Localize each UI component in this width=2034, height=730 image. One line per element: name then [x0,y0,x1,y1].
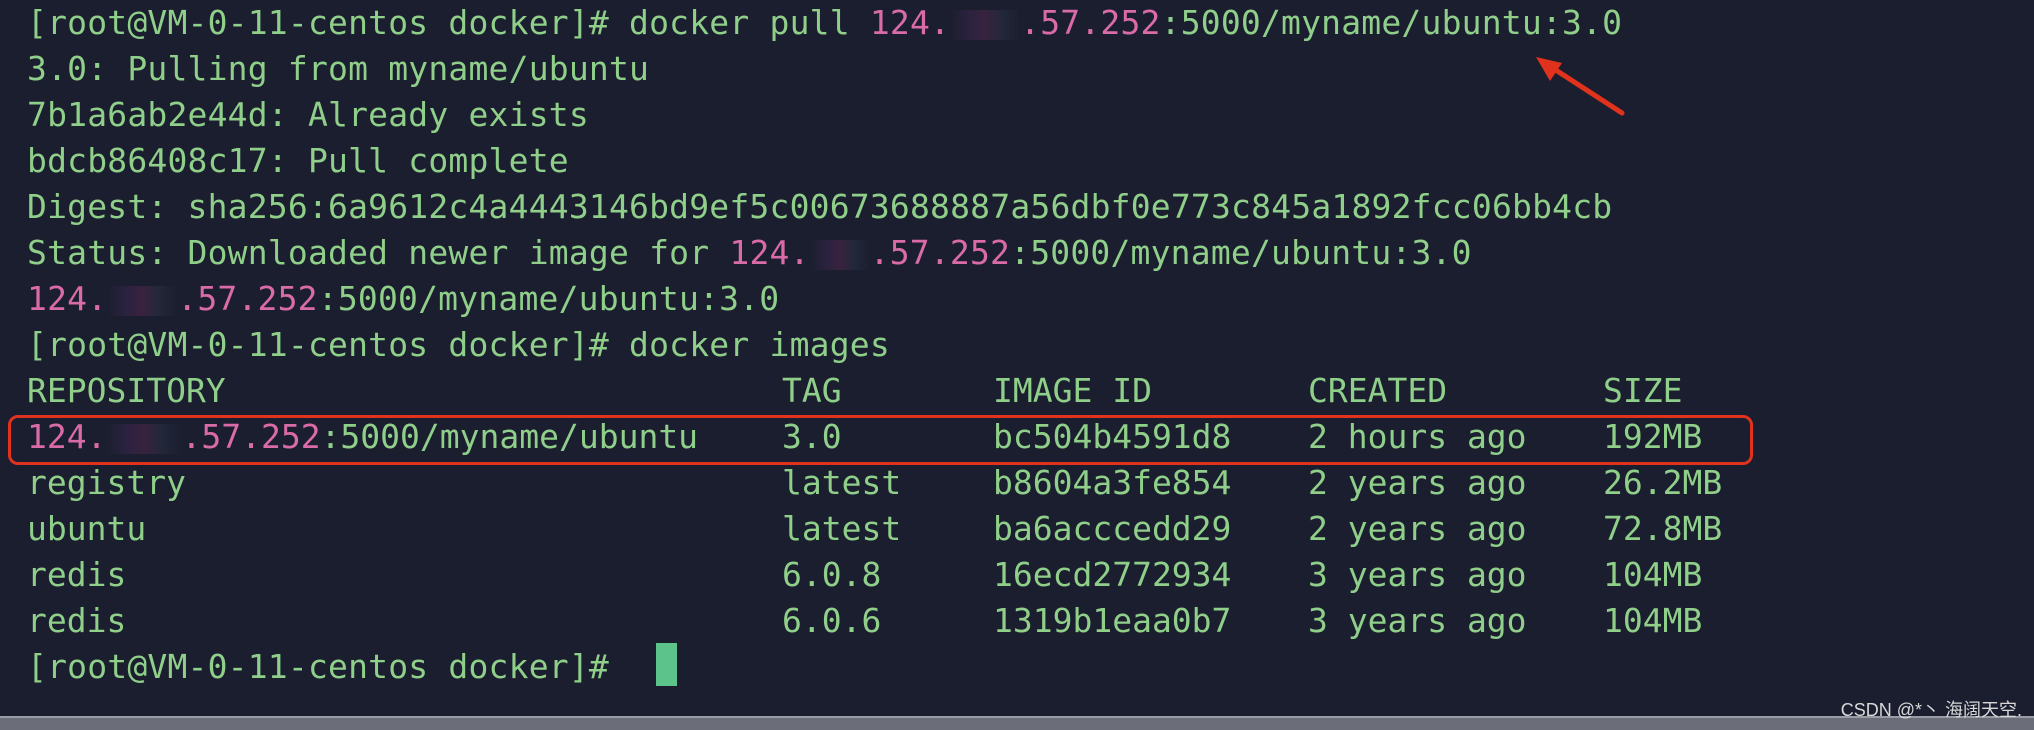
pulled-image-line: 124. .57.252:5000/myname/ubuntu:3.0 [27,276,779,322]
text-cursor[interactable] [656,643,677,686]
row-image-id: b8604a3fe854 [993,463,1232,502]
redacted-blur [950,9,1021,40]
row-tag: 6.0.8 [782,555,882,594]
row-tag: latest [782,509,902,548]
row-created: 2 years ago [1308,509,1527,548]
output-line: 3.0: Pulling from myname/ubuntu [27,49,650,88]
command-line-images: [root@VM-0-11-centos docker]# docker ima… [27,322,890,368]
output-line: bdcb86408c17: Pull complete [27,141,569,180]
row-repository: registry [27,463,186,502]
row-created: 3 years ago [1308,601,1527,640]
registry-ip-prefix: 124. [729,233,810,272]
image-path: :5000/myname/ubuntu:3.0 [317,279,780,318]
row-repository: redis [27,601,127,640]
registry-ip-prefix: 124. [27,279,108,318]
command-text: docker images [608,325,890,364]
watermark: CSDN @*丶 海阔天空. [1840,700,2022,720]
row-repository: ubuntu [27,509,147,548]
row-image-id: ba6acccedd29 [993,509,1232,548]
digest-line: Digest: sha256:6a9612c4a4443146bd9ef5c00… [27,187,1613,226]
shell-prompt: [root@VM-0-11-centos docker]# [27,647,609,686]
header-created: CREATED [1308,371,1448,410]
output-line: 7b1a6ab2e44d: Already exists [27,95,589,134]
command-text: docker pull [608,3,870,42]
header-tag: TAG [782,371,842,410]
status-text: Status: Downloaded newer image for [27,233,730,272]
registry-ip-suffix: .57.252 [869,233,1011,272]
shell-prompt: [root@VM-0-11-centos docker]# [27,3,609,42]
arrow-annotation-icon [1536,57,1625,116]
registry-ip-prefix: 124. [869,3,951,42]
row-size: 104MB [1603,601,1703,640]
header-image-id: IMAGE ID [993,371,1152,410]
registry-ip-suffix: .57.252 [1020,3,1161,42]
header-size: SIZE [1603,371,1683,410]
command-line-pull: [root@VM-0-11-centos docker]# docker pul… [27,0,1622,46]
row-tag: latest [782,463,902,502]
row-created: 2 years ago [1308,463,1527,502]
row-size: 26.2MB [1603,463,1723,502]
header-repository: REPOSITORY [27,371,226,410]
redacted-blur [107,285,178,316]
image-path: :5000/myname/ubuntu:3.0 [1010,233,1472,272]
row-image-id: 16ecd2772934 [993,555,1232,594]
row-tag: 6.0.6 [782,601,882,640]
image-path: :5000/myname/ubuntu:3.0 [1160,3,1623,42]
row-size: 72.8MB [1603,509,1723,548]
highlight-annotation-box [8,415,1753,465]
registry-ip-suffix: .57.252 [177,279,318,318]
row-size: 104MB [1603,555,1703,594]
shell-prompt: [root@VM-0-11-centos docker]# [27,325,609,364]
row-repository: redis [27,555,127,594]
row-created: 3 years ago [1308,555,1527,594]
terminal-window[interactable]: [root@VM-0-11-centos docker]# docker pul… [0,0,2034,716]
row-image-id: 1319b1eaa0b7 [993,601,1232,640]
command-line-current: [root@VM-0-11-centos docker]# [27,644,609,690]
redacted-blur [809,239,870,270]
status-line: Status: Downloaded newer image for 124..… [27,230,1472,276]
